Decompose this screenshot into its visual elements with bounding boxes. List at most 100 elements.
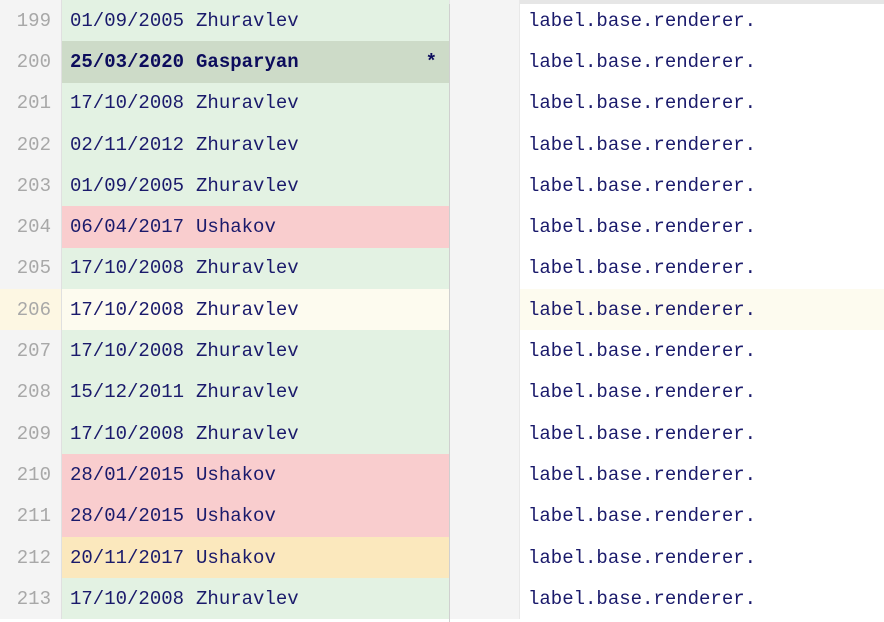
code-text[interactable]: label.base.renderer.	[520, 578, 884, 619]
code-text[interactable]: label.base.renderer.	[520, 289, 884, 330]
annotation-cell[interactable]: 28/01/2015Ushakov	[62, 454, 449, 495]
annotation-cell[interactable]: 06/04/2017Ushakov	[62, 206, 449, 247]
line-number[interactable]: 210	[0, 454, 62, 495]
annotate-row[interactable]: 20815/12/2011Zhuravlev	[0, 372, 449, 413]
code-row[interactable]: label.base.renderer.	[450, 124, 884, 165]
line-number[interactable]: 201	[0, 83, 62, 124]
annotate-row[interactable]: 20517/10/2008Zhuravlev	[0, 248, 449, 289]
code-row[interactable]: label.base.renderer.	[450, 578, 884, 619]
line-number[interactable]: 209	[0, 413, 62, 454]
annotate-row[interactable]: 213 17/10/2008 Zhuravlev	[0, 578, 449, 619]
annotation-cell[interactable]: 20/11/2017 Ushakov	[62, 537, 449, 578]
code-text[interactable]: label.base.renderer.	[520, 41, 884, 82]
line-number[interactable]: 206	[0, 289, 62, 330]
code-gutter	[450, 496, 520, 537]
line-number[interactable]: 211	[0, 496, 62, 537]
commit-author: Zhuravlev	[196, 175, 299, 197]
annotate-row[interactable]: 21028/01/2015Ushakov	[0, 454, 449, 495]
code-gutter	[450, 578, 520, 619]
code-text[interactable]: label.base.renderer.	[520, 124, 884, 165]
code-text[interactable]: label.base.renderer.	[520, 165, 884, 206]
line-number[interactable]: 205	[0, 248, 62, 289]
annotation-cell[interactable]: 28/04/2015Ushakov	[62, 496, 449, 537]
commit-date: 01/09/2005	[70, 175, 184, 197]
line-number[interactable]: 199	[0, 0, 62, 41]
annotate-row[interactable]: 21128/04/2015Ushakov	[0, 496, 449, 537]
commit-date: 20/11/2017	[70, 547, 184, 569]
commit-author: Ushakov	[196, 547, 276, 569]
code-text[interactable]: label.base.renderer.	[520, 330, 884, 371]
line-number[interactable]: 203	[0, 165, 62, 206]
code-row[interactable]: label.base.renderer.	[450, 0, 884, 41]
line-number[interactable]: 208	[0, 372, 62, 413]
commit-date: 17/10/2008	[70, 588, 184, 610]
commit-author: Ushakov	[196, 216, 276, 238]
code-row[interactable]: label.base.renderer.	[450, 289, 884, 330]
annotate-row[interactable]: 20717/10/2008Zhuravlev	[0, 330, 449, 371]
code-row[interactable]: label.base.renderer.	[450, 248, 884, 289]
code-text[interactable]: label.base.renderer.	[520, 454, 884, 495]
annotation-cell[interactable]: 17/10/2008Zhuravlev	[62, 289, 449, 330]
annotate-row[interactable]: 20917/10/2008Zhuravlev	[0, 413, 449, 454]
code-row[interactable]: label.base.renderer.	[450, 496, 884, 537]
annotate-row[interactable]: 20617/10/2008Zhuravlev	[0, 289, 449, 330]
code-text[interactable]: label.base.renderer.	[520, 0, 884, 41]
code-row[interactable]: label.base.renderer.	[450, 330, 884, 371]
line-number[interactable]: 202	[0, 124, 62, 165]
code-row[interactable]: label.base.renderer.	[450, 83, 884, 124]
annotation-cell[interactable]: 15/12/2011Zhuravlev	[62, 372, 449, 413]
annotate-pane: 19901/09/2005Zhuravlev20025/03/2020Gaspa…	[0, 0, 450, 622]
annotation-cell[interactable]: 17/10/2008Zhuravlev	[62, 413, 449, 454]
code-text[interactable]: label.base.renderer.	[520, 496, 884, 537]
line-number[interactable]: 204	[0, 206, 62, 247]
annotation-cell[interactable]: 02/11/2012Zhuravlev	[62, 124, 449, 165]
annotation-cell[interactable]: 25/03/2020Gasparyan*	[62, 41, 449, 82]
code-gutter	[450, 537, 520, 578]
code-gutter	[450, 124, 520, 165]
code-gutter	[450, 289, 520, 330]
commit-date: 17/10/2008	[70, 299, 184, 321]
annotation-cell[interactable]: 17/10/2008Zhuravlev	[62, 248, 449, 289]
code-text[interactable]: label.base.renderer.	[520, 413, 884, 454]
code-text[interactable]: label.base.renderer.	[520, 537, 884, 578]
annotate-row[interactable]: 20202/11/2012Zhuravlev	[0, 124, 449, 165]
annotate-row[interactable]: 20025/03/2020Gasparyan*	[0, 41, 449, 82]
commit-author: Ushakov	[196, 464, 276, 486]
code-text[interactable]: label.base.renderer.	[520, 83, 884, 124]
code-row[interactable]: label.base.renderer.	[450, 206, 884, 247]
annotation-cell[interactable]: 17/10/2008Zhuravlev	[62, 83, 449, 124]
line-number[interactable]: 200	[0, 41, 62, 82]
code-row[interactable]: label.base.renderer.	[450, 41, 884, 82]
commit-date: 25/03/2020	[70, 51, 184, 73]
code-gutter	[450, 454, 520, 495]
commit-date: 28/04/2015	[70, 505, 184, 527]
annotate-row[interactable]: 19901/09/2005Zhuravlev	[0, 0, 449, 41]
annotation-cell[interactable]: 17/10/2008Zhuravlev	[62, 330, 449, 371]
annotate-row[interactable]: 203 01/09/2005 Zhuravlev	[0, 165, 449, 206]
annotate-row[interactable]: 20117/10/2008Zhuravlev	[0, 83, 449, 124]
code-row[interactable]: label.base.renderer.	[450, 537, 884, 578]
line-number[interactable]: 213	[0, 578, 62, 619]
code-row[interactable]: label.base.renderer.	[450, 413, 884, 454]
annotate-row[interactable]: 20406/04/2017Ushakov	[0, 206, 449, 247]
code-text[interactable]: label.base.renderer.	[520, 248, 884, 289]
code-gutter	[450, 330, 520, 371]
code-row[interactable]: label.base.renderer.	[450, 165, 884, 206]
annotate-row[interactable]: 212 20/11/2017 Ushakov	[0, 537, 449, 578]
code-gutter	[450, 372, 520, 413]
line-number[interactable]: 212	[0, 537, 62, 578]
commit-author: Zhuravlev	[196, 588, 299, 610]
line-number[interactable]: 207	[0, 330, 62, 371]
annotation-cell[interactable]: 17/10/2008 Zhuravlev	[62, 578, 449, 619]
code-text[interactable]: label.base.renderer.	[520, 206, 884, 247]
code-gutter	[450, 0, 520, 41]
code-row[interactable]: label.base.renderer.	[450, 372, 884, 413]
commit-date: 01/09/2005	[70, 10, 184, 32]
annotation-cell[interactable]: 01/09/2005Zhuravlev	[62, 0, 449, 41]
commit-author: Zhuravlev	[196, 381, 299, 403]
code-gutter	[450, 206, 520, 247]
commit-date: 17/10/2008	[70, 340, 184, 362]
code-text[interactable]: label.base.renderer.	[520, 372, 884, 413]
annotation-cell[interactable]: 01/09/2005 Zhuravlev	[62, 165, 449, 206]
code-row[interactable]: label.base.renderer.	[450, 454, 884, 495]
